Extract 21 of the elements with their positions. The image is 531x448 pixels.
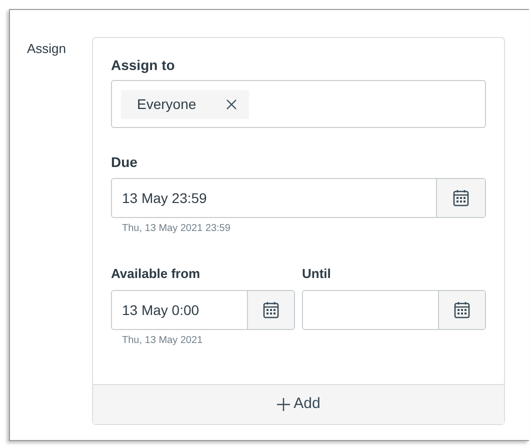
field-label: Available from (111, 265, 202, 283)
assignee-chip[interactable]: Everyone (121, 90, 250, 118)
date-hint: Thu, 13 May 2021 23:59 (121, 222, 232, 236)
calendar-icon (263, 301, 279, 319)
close-icon[interactable] (226, 98, 238, 110)
field-label: Until (302, 265, 332, 283)
calendar-button[interactable] (436, 179, 485, 217)
calendar-icon (453, 189, 469, 207)
date-field[interactable]: 13 May 0:00 (111, 290, 295, 330)
calendar-button[interactable] (438, 291, 485, 329)
calendar-icon (454, 301, 470, 319)
calendar-button[interactable] (247, 291, 294, 329)
date-field[interactable] (302, 290, 486, 330)
plus-icon (276, 398, 290, 411)
add-button[interactable]: Add (93, 384, 504, 424)
field-label: Due (111, 153, 138, 172)
date-hint: Thu, 13 May 2021 (121, 334, 204, 348)
date-field[interactable]: 13 May 23:59 (111, 178, 486, 218)
assign-to-field[interactable]: Everyone (111, 80, 486, 128)
field-label: Assign to (111, 56, 176, 75)
section-label: Assign (27, 41, 66, 56)
